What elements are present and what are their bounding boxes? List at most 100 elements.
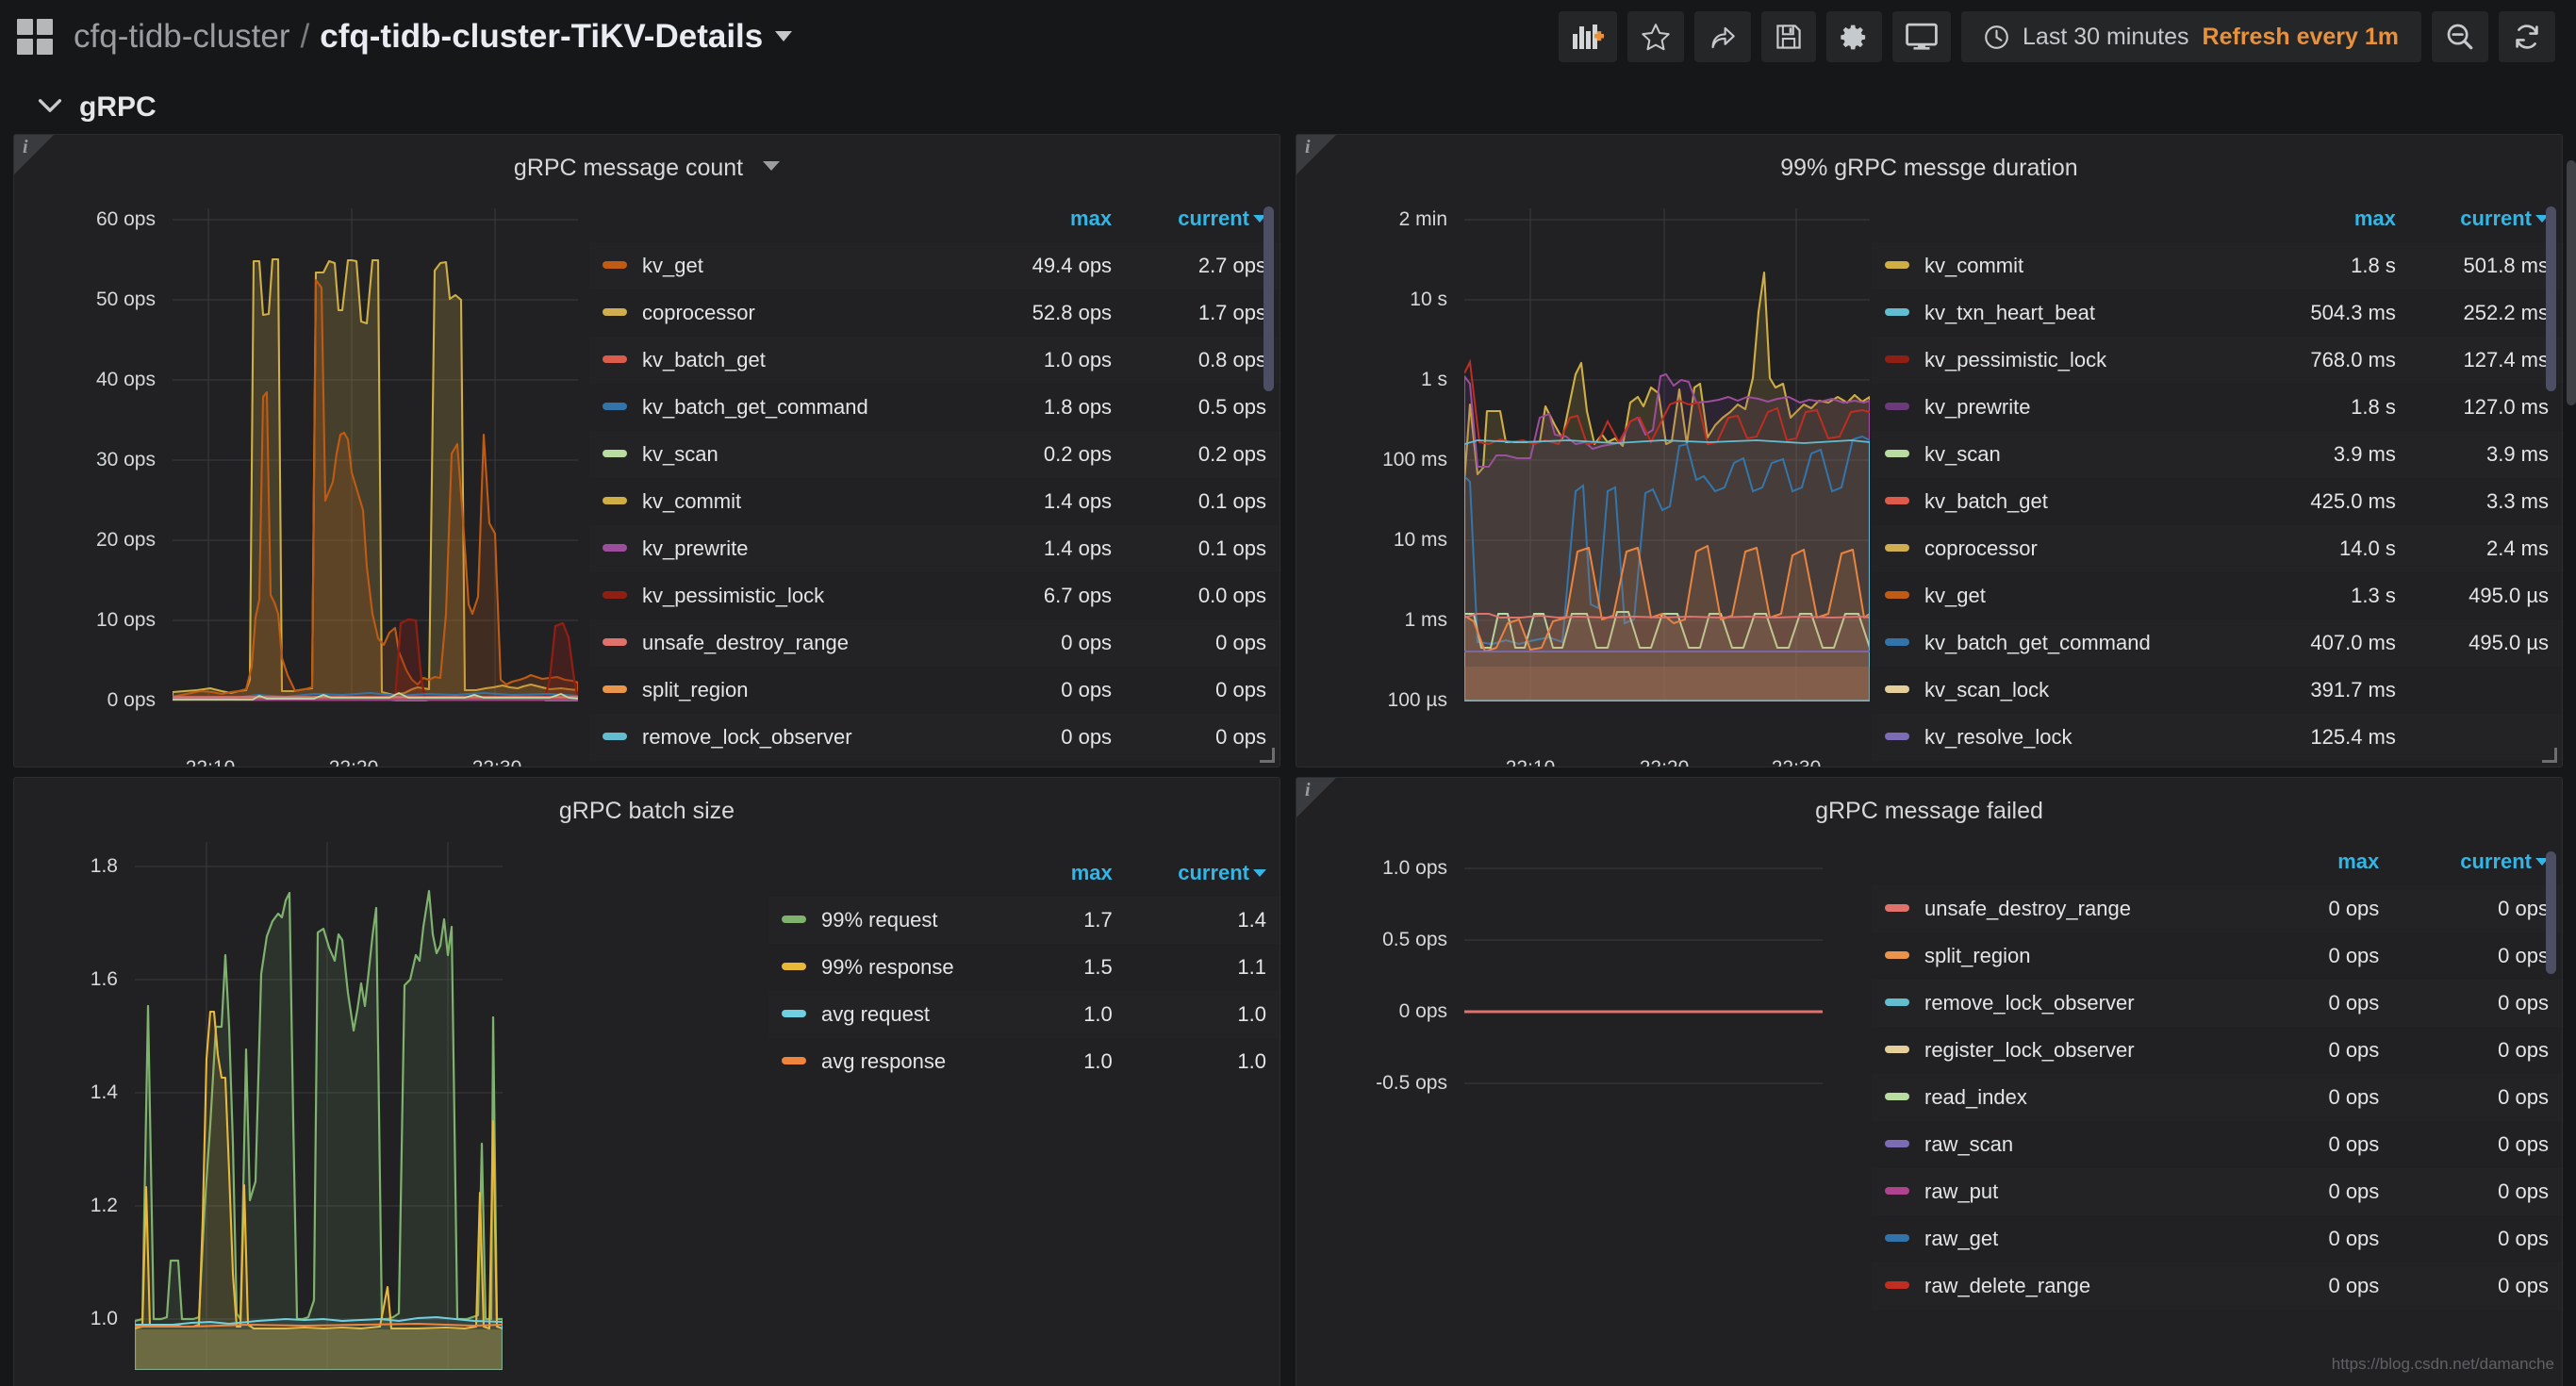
cycle-view-mode-button[interactable] <box>1892 11 1952 62</box>
legend-max-header[interactable]: max <box>983 203 1125 242</box>
legend-grpc-message-failed[interactable]: max current unsafe_destroy_range 0 ops 0… <box>1872 829 2562 1386</box>
legend-row[interactable]: kv_resolve_lock 125.4 ms <box>1872 714 2562 761</box>
series-name[interactable]: kv_prewrite <box>642 536 748 560</box>
series-name[interactable]: split_region <box>1924 944 2031 967</box>
legend-row[interactable]: avg response 1.0 1.0 <box>768 1038 1280 1085</box>
series-name[interactable]: unsafe_destroy_range <box>642 631 849 654</box>
series-name[interactable]: kv_batch_get <box>1924 489 2048 513</box>
series-name[interactable]: raw_delete_range <box>1924 1274 2090 1297</box>
series-name[interactable]: kv_batch_get_command <box>642 395 868 419</box>
series-name[interactable]: kv_batch_get <box>642 348 766 371</box>
graph-grpc-message-failed[interactable]: 1.0 ops 0.5 ops 0 ops -0.5 ops <box>1296 829 1872 1386</box>
chevron-down-icon[interactable] <box>38 98 62 118</box>
save-dashboard-button[interactable] <box>1761 11 1817 62</box>
legend-row[interactable]: raw_scan 0 ops 0 ops <box>1872 1121 2562 1168</box>
legend-scrollbar[interactable] <box>2546 206 2556 391</box>
graph-grpc-batch-size[interactable]: 1.8 1.6 1.4 1.2 1.0 <box>14 829 768 1386</box>
series-name[interactable]: kv_scan_lock <box>1924 678 2049 701</box>
series-name[interactable]: register_lock_observer <box>1924 1038 2135 1062</box>
legend-row[interactable]: kv_batch_get 425.0 ms 3.3 ms <box>1872 478 2562 525</box>
legend-row[interactable]: split_region 0 ops 0 ops <box>1872 932 2562 980</box>
row-header-grpc[interactable]: gRPC <box>0 74 2576 134</box>
zoom-out-button[interactable] <box>2432 11 2488 62</box>
graph-grpc-message-duration[interactable]: 2 min 10 s 1 s 100 ms 10 ms 1 ms 100 µs <box>1296 186 1872 767</box>
panel-resize-handle[interactable] <box>1260 748 1275 763</box>
legend-row[interactable]: remove_lock_observer 0 ops 0 ops <box>1872 980 2562 1027</box>
info-icon[interactable]: i <box>1305 780 1311 801</box>
series-name[interactable]: kv_scan <box>1924 442 2001 466</box>
legend-scrollbar[interactable] <box>2546 851 2556 974</box>
legend-row[interactable]: kv_scan_lock 391.7 ms <box>1872 667 2562 714</box>
panel-description-corner[interactable] <box>1296 135 1336 174</box>
graph-grpc-message-count[interactable]: 60 ops 50 ops 40 ops 30 ops 20 ops 10 op… <box>14 186 589 767</box>
legend-row[interactable]: coprocessor 14.0 s 2.4 ms <box>1872 525 2562 572</box>
mark-favorite-button[interactable] <box>1627 11 1685 62</box>
chevron-down-icon[interactable] <box>775 31 793 41</box>
panel-title[interactable]: gRPC batch size <box>14 778 1280 829</box>
legend-row[interactable]: read_index 0 ops 0 ops <box>1872 1074 2562 1121</box>
legend-row[interactable]: kv_scan 3.9 ms 3.9 ms <box>1872 431 2562 478</box>
page-title[interactable]: cfq-tidb-cluster-TiKV-Details <box>320 18 763 56</box>
panel-title[interactable]: gRPC message count <box>14 135 1280 186</box>
panel-title[interactable]: 99% gRPC messge duration <box>1296 135 2562 186</box>
series-name[interactable]: avg response <box>821 1049 946 1073</box>
series-name[interactable]: coprocessor <box>1924 536 2038 560</box>
legend-row[interactable]: kv_pessimistic_lock 6.7 ops 0.0 ops <box>589 572 1280 619</box>
legend-row[interactable]: avg request 1.0 1.0 <box>768 991 1280 1038</box>
series-name[interactable]: raw_scan <box>1924 1132 2013 1156</box>
series-name[interactable]: kv_pessimistic_lock <box>1924 348 2106 371</box>
legend-grpc-message-duration[interactable]: max current kv_commit 1.8 s 501.8 ms kv_… <box>1872 186 2562 761</box>
legend-row[interactable]: kv_commit 1.8 s 501.8 ms <box>1872 242 2562 289</box>
legend-row[interactable]: kv_batch_get 1.0 ops 0.8 ops <box>589 337 1280 384</box>
series-name[interactable]: raw_put <box>1924 1180 1998 1203</box>
legend-row[interactable]: kv_get 1.3 s 495.0 µs <box>1872 572 2562 619</box>
series-name[interactable]: kv_get <box>1924 584 1986 607</box>
legend-row[interactable]: kv_batch_get_command 407.0 ms 495.0 µs <box>1872 619 2562 667</box>
info-icon[interactable]: i <box>1305 137 1311 158</box>
panel-description-corner[interactable] <box>1296 778 1336 817</box>
series-name[interactable]: kv_resolve_lock <box>1924 725 2072 749</box>
legend-current-header[interactable]: current <box>1126 857 1280 897</box>
series-name[interactable]: remove_lock_observer <box>1924 991 2135 1015</box>
grid-logo-icon[interactable] <box>17 19 53 55</box>
series-name[interactable]: 99% request <box>821 908 938 932</box>
legend-row[interactable]: 99% response 1.5 1.1 <box>768 944 1280 991</box>
legend-scrollbar[interactable] <box>1263 206 1274 391</box>
legend-grpc-batch-size[interactable]: max current 99% request 1.7 1.4 99% resp… <box>768 829 1280 1386</box>
series-name[interactable]: read_index <box>1924 1085 2027 1109</box>
legend-row[interactable]: raw_put 0 ops 0 ops <box>1872 1168 2562 1215</box>
breadcrumb-folder[interactable]: cfq-tidb-cluster <box>74 18 290 56</box>
legend-max-header[interactable]: max <box>1034 857 1126 897</box>
legend-row[interactable]: raw_delete_range 0 ops 0 ops <box>1872 1262 2562 1310</box>
panel-resize-handle[interactable] <box>2542 748 2557 763</box>
series-name[interactable]: remove_lock_observer <box>642 725 852 749</box>
share-dashboard-button[interactable] <box>1694 11 1752 62</box>
legend-row[interactable]: unsafe_destroy_range 0 ops 0 ops <box>1872 885 2562 932</box>
info-icon[interactable]: i <box>23 137 28 158</box>
series-name[interactable]: unsafe_destroy_range <box>1924 897 2131 920</box>
series-name[interactable]: 99% response <box>821 955 954 979</box>
series-name[interactable]: kv_scan <box>642 442 718 466</box>
series-name[interactable]: split_region <box>642 678 749 701</box>
legend-max-header[interactable]: max <box>2260 203 2409 242</box>
legend-row[interactable]: kv_prewrite 1.4 ops 0.1 ops <box>589 525 1280 572</box>
refresh-dashboard-button[interactable] <box>2499 11 2555 62</box>
series-name[interactable]: kv_commit <box>1924 254 2023 277</box>
time-range-picker[interactable]: Last 30 minutes Refresh every 1m <box>1961 11 2421 62</box>
legend-grpc-message-count[interactable]: max current kv_get 49.4 ops 2.7 ops copr… <box>589 186 1280 761</box>
legend-row[interactable]: kv_get 49.4 ops 2.7 ops <box>589 242 1280 289</box>
legend-current-header[interactable]: current <box>2392 846 2562 885</box>
series-name[interactable]: kv_commit <box>642 489 741 513</box>
legend-row[interactable]: kv_scan 0.2 ops 0.2 ops <box>589 431 1280 478</box>
legend-row[interactable]: remove_lock_observer 0 ops 0 ops <box>589 714 1280 761</box>
panel-title[interactable]: gRPC message failed <box>1296 778 2562 829</box>
panel-description-corner[interactable] <box>14 135 54 174</box>
legend-row[interactable]: kv_prewrite 1.8 s 127.0 ms <box>1872 384 2562 431</box>
series-name[interactable]: kv_pessimistic_lock <box>642 584 824 607</box>
add-panel-button[interactable] <box>1559 11 1618 62</box>
dashboard-settings-button[interactable] <box>1826 11 1883 62</box>
legend-max-header[interactable]: max <box>2279 846 2393 885</box>
legend-row[interactable]: coprocessor 52.8 ops 1.7 ops <box>589 289 1280 337</box>
legend-current-header[interactable]: current <box>2409 203 2562 242</box>
series-name[interactable]: avg request <box>821 1002 930 1026</box>
